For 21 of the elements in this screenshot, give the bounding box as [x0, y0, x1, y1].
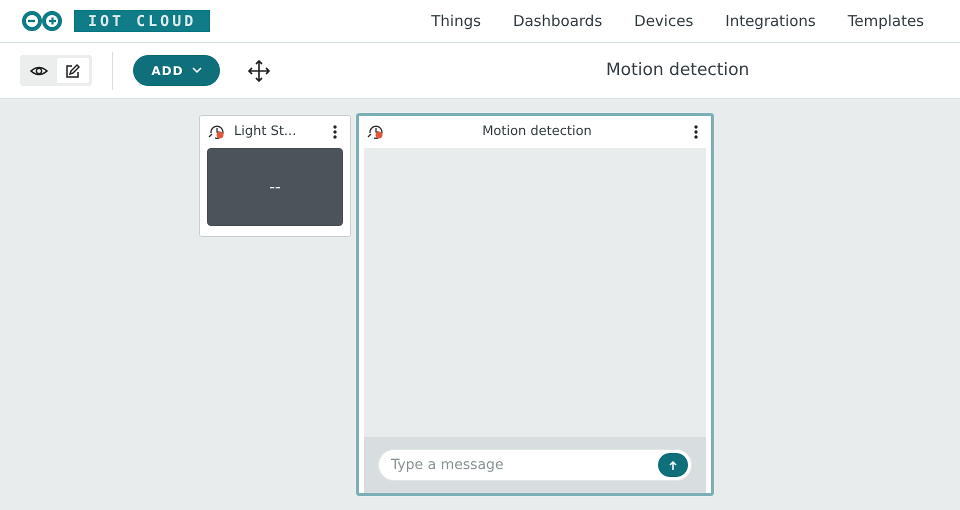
logo-text: IOT CLOUD [74, 10, 210, 32]
value-display: -- [207, 148, 343, 226]
move-icon[interactable] [248, 60, 270, 82]
widget-title: Motion detection [481, 123, 593, 142]
up-arrow-icon [668, 460, 678, 470]
kebab-icon [332, 124, 338, 139]
message-field[interactable]: Type a message [378, 449, 692, 481]
widget-title: Light St... [234, 123, 298, 142]
nav-link[interactable]: Things [415, 10, 497, 32]
edit-icon [64, 62, 82, 78]
nav-link[interactable]: Integrations [709, 10, 832, 32]
kebab-icon [693, 124, 699, 139]
nav-link[interactable]: Dashboards [496, 10, 618, 32]
mode-toggle-button[interactable] [57, 58, 89, 83]
clock-icon [208, 123, 226, 141]
caret-icon [192, 67, 202, 74]
nav-link[interactable]: Templates [832, 10, 940, 32]
add-button[interactable]: ADD [133, 55, 220, 86]
clock-icon [367, 123, 385, 141]
nav-link[interactable]: Devices [618, 10, 710, 32]
dashboard-title: Motion detection [606, 58, 750, 82]
